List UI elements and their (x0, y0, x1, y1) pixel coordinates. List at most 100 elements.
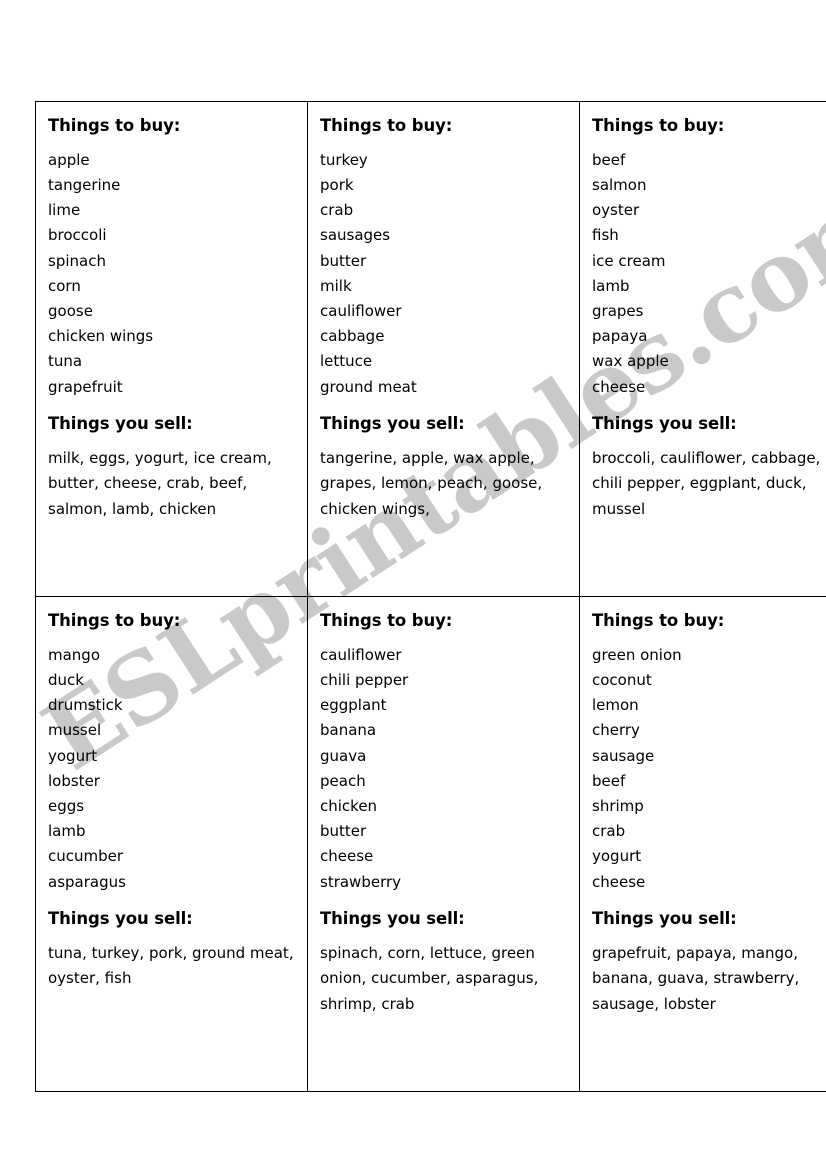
list-item: cherry (592, 721, 640, 740)
list-item: cucumber (48, 847, 124, 866)
list-item: cabbage (320, 327, 385, 346)
list-item: strawberry (320, 872, 402, 891)
list-item: oyster (592, 201, 640, 220)
list-item: beef (592, 771, 626, 790)
list-item: cauliflower (320, 645, 402, 664)
sell-block: Things you sell: milk, eggs, yogurt, ice… (48, 414, 295, 522)
buy-item-list: mango duck drumstick mussel yogurt lobst… (48, 643, 295, 895)
list-item: peach (320, 771, 366, 790)
list-item: lamb (48, 822, 86, 841)
list-item: tuna (48, 352, 83, 371)
list-item: sausages (320, 226, 391, 245)
list-item: lemon (592, 696, 639, 715)
sell-block: Things you sell: grapefruit, papaya, man… (592, 909, 826, 1017)
list-item: milk (320, 276, 352, 295)
role-card-2: Things to buy: turkey pork crab sausages… (307, 101, 580, 597)
buy-item-list: green onion coconut lemon cherry sausage… (592, 643, 826, 895)
list-item: banana (320, 721, 377, 740)
buy-heading: Things to buy: (48, 611, 181, 630)
list-item: papaya (592, 327, 648, 346)
sell-block: Things you sell: spinach, corn, lettuce,… (320, 909, 567, 1017)
list-item: lamb (592, 276, 630, 295)
buy-block: Things to buy: beef salmon oyster fish i… (592, 116, 826, 400)
list-item: ground meat (320, 377, 417, 396)
list-item: pork (320, 176, 354, 194)
sell-item-text: spinach, corn, lettuce, green onion, cuc… (320, 943, 539, 1013)
sell-heading: Things you sell: (320, 908, 465, 928)
list-item: tangerine (48, 176, 121, 194)
sell-item-text: grapefruit, papaya, mango, banana, guava… (592, 943, 800, 1013)
list-item: crab (592, 822, 626, 841)
role-card-table: Things to buy: apple tangerine lime broc… (35, 101, 826, 1092)
list-item: asparagus (48, 872, 126, 891)
list-item: mango (48, 645, 101, 664)
sell-heading: Things you sell: (320, 413, 465, 433)
sell-block: Things you sell: broccoli, cauliflower, … (592, 414, 826, 522)
list-item: apple (48, 150, 90, 169)
list-item: spinach (48, 251, 106, 270)
role-card-3: Things to buy: beef salmon oyster fish i… (579, 101, 826, 597)
list-item: crab (320, 201, 354, 220)
role-card-6: Things to buy: green onion coconut lemon… (579, 596, 826, 1092)
role-card-1: Things to buy: apple tangerine lime broc… (35, 101, 308, 597)
list-item: yogurt (592, 847, 642, 866)
sell-heading: Things you sell: (592, 908, 737, 928)
list-item: grapefruit (48, 377, 123, 396)
buy-block: Things to buy: turkey pork crab sausages… (320, 116, 567, 400)
buy-block: Things to buy: green onion coconut lemon… (592, 611, 826, 895)
list-item: eggplant (320, 696, 387, 715)
list-item: eggs (48, 797, 85, 816)
list-item: shrimp (592, 797, 644, 816)
buy-heading: Things to buy: (592, 611, 725, 630)
sell-heading: Things you sell: (592, 413, 737, 433)
sell-item-text: tuna, turkey, pork, ground meat, oyster,… (48, 943, 294, 988)
buy-heading: Things to buy: (592, 116, 725, 135)
table-row: Things to buy: mango duck drumstick muss… (35, 596, 826, 1092)
list-item: goose (48, 302, 93, 321)
list-item: fish (592, 226, 619, 245)
table-row: Things to buy: apple tangerine lime broc… (35, 101, 826, 597)
sell-item-text: tangerine, apple, wax apple, grapes, lem… (320, 448, 543, 518)
list-item: salmon (592, 176, 647, 194)
list-item: cheese (592, 377, 646, 396)
buy-block: Things to buy: apple tangerine lime broc… (48, 116, 295, 400)
buy-block: Things to buy: mango duck drumstick muss… (48, 611, 295, 895)
worksheet-page: ESLprintables.com Things to buy: apple t… (0, 0, 826, 1169)
list-item: grapes (592, 302, 644, 321)
buy-heading: Things to buy: (48, 116, 181, 135)
buy-heading: Things to buy: (320, 611, 453, 630)
list-item: butter (320, 822, 367, 841)
list-item: beef (592, 150, 626, 169)
sell-heading: Things you sell: (48, 908, 193, 928)
sell-block: Things you sell: tangerine, apple, wax a… (320, 414, 567, 522)
sell-heading: Things you sell: (48, 413, 193, 433)
list-item: mussel (48, 721, 102, 740)
list-item: ice cream (592, 251, 666, 270)
role-card-5: Things to buy: cauliflower chili pepper … (307, 596, 580, 1092)
list-item: coconut (592, 671, 652, 689)
list-item: lime (48, 201, 81, 220)
list-item: guava (320, 746, 367, 765)
list-item: cheese (592, 872, 646, 891)
list-item: cauliflower (320, 302, 402, 321)
list-item: turkey (320, 150, 368, 169)
list-item: lettuce (320, 352, 373, 371)
buy-item-list: turkey pork crab sausages butter milk ca… (320, 148, 567, 400)
list-item: wax apple (592, 352, 669, 371)
sell-block: Things you sell: tuna, turkey, pork, gro… (48, 909, 295, 992)
buy-item-list: cauliflower chili pepper eggplant banana… (320, 643, 567, 895)
list-item: chicken wings (48, 327, 154, 346)
buy-item-list: apple tangerine lime broccoli spinach co… (48, 148, 295, 400)
list-item: cheese (320, 847, 374, 866)
sell-item-text: broccoli, cauliflower, cabbage, chili pe… (592, 448, 821, 518)
buy-heading: Things to buy: (320, 116, 453, 135)
list-item: lobster (48, 771, 100, 790)
buy-item-list: beef salmon oyster fish ice cream lamb g… (592, 148, 826, 400)
list-item: chicken (320, 797, 378, 816)
role-card-4: Things to buy: mango duck drumstick muss… (35, 596, 308, 1092)
list-item: corn (48, 276, 81, 295)
list-item: yogurt (48, 746, 98, 765)
list-item: chili pepper (320, 671, 409, 689)
list-item: duck (48, 671, 84, 689)
list-item: green onion (592, 645, 682, 664)
